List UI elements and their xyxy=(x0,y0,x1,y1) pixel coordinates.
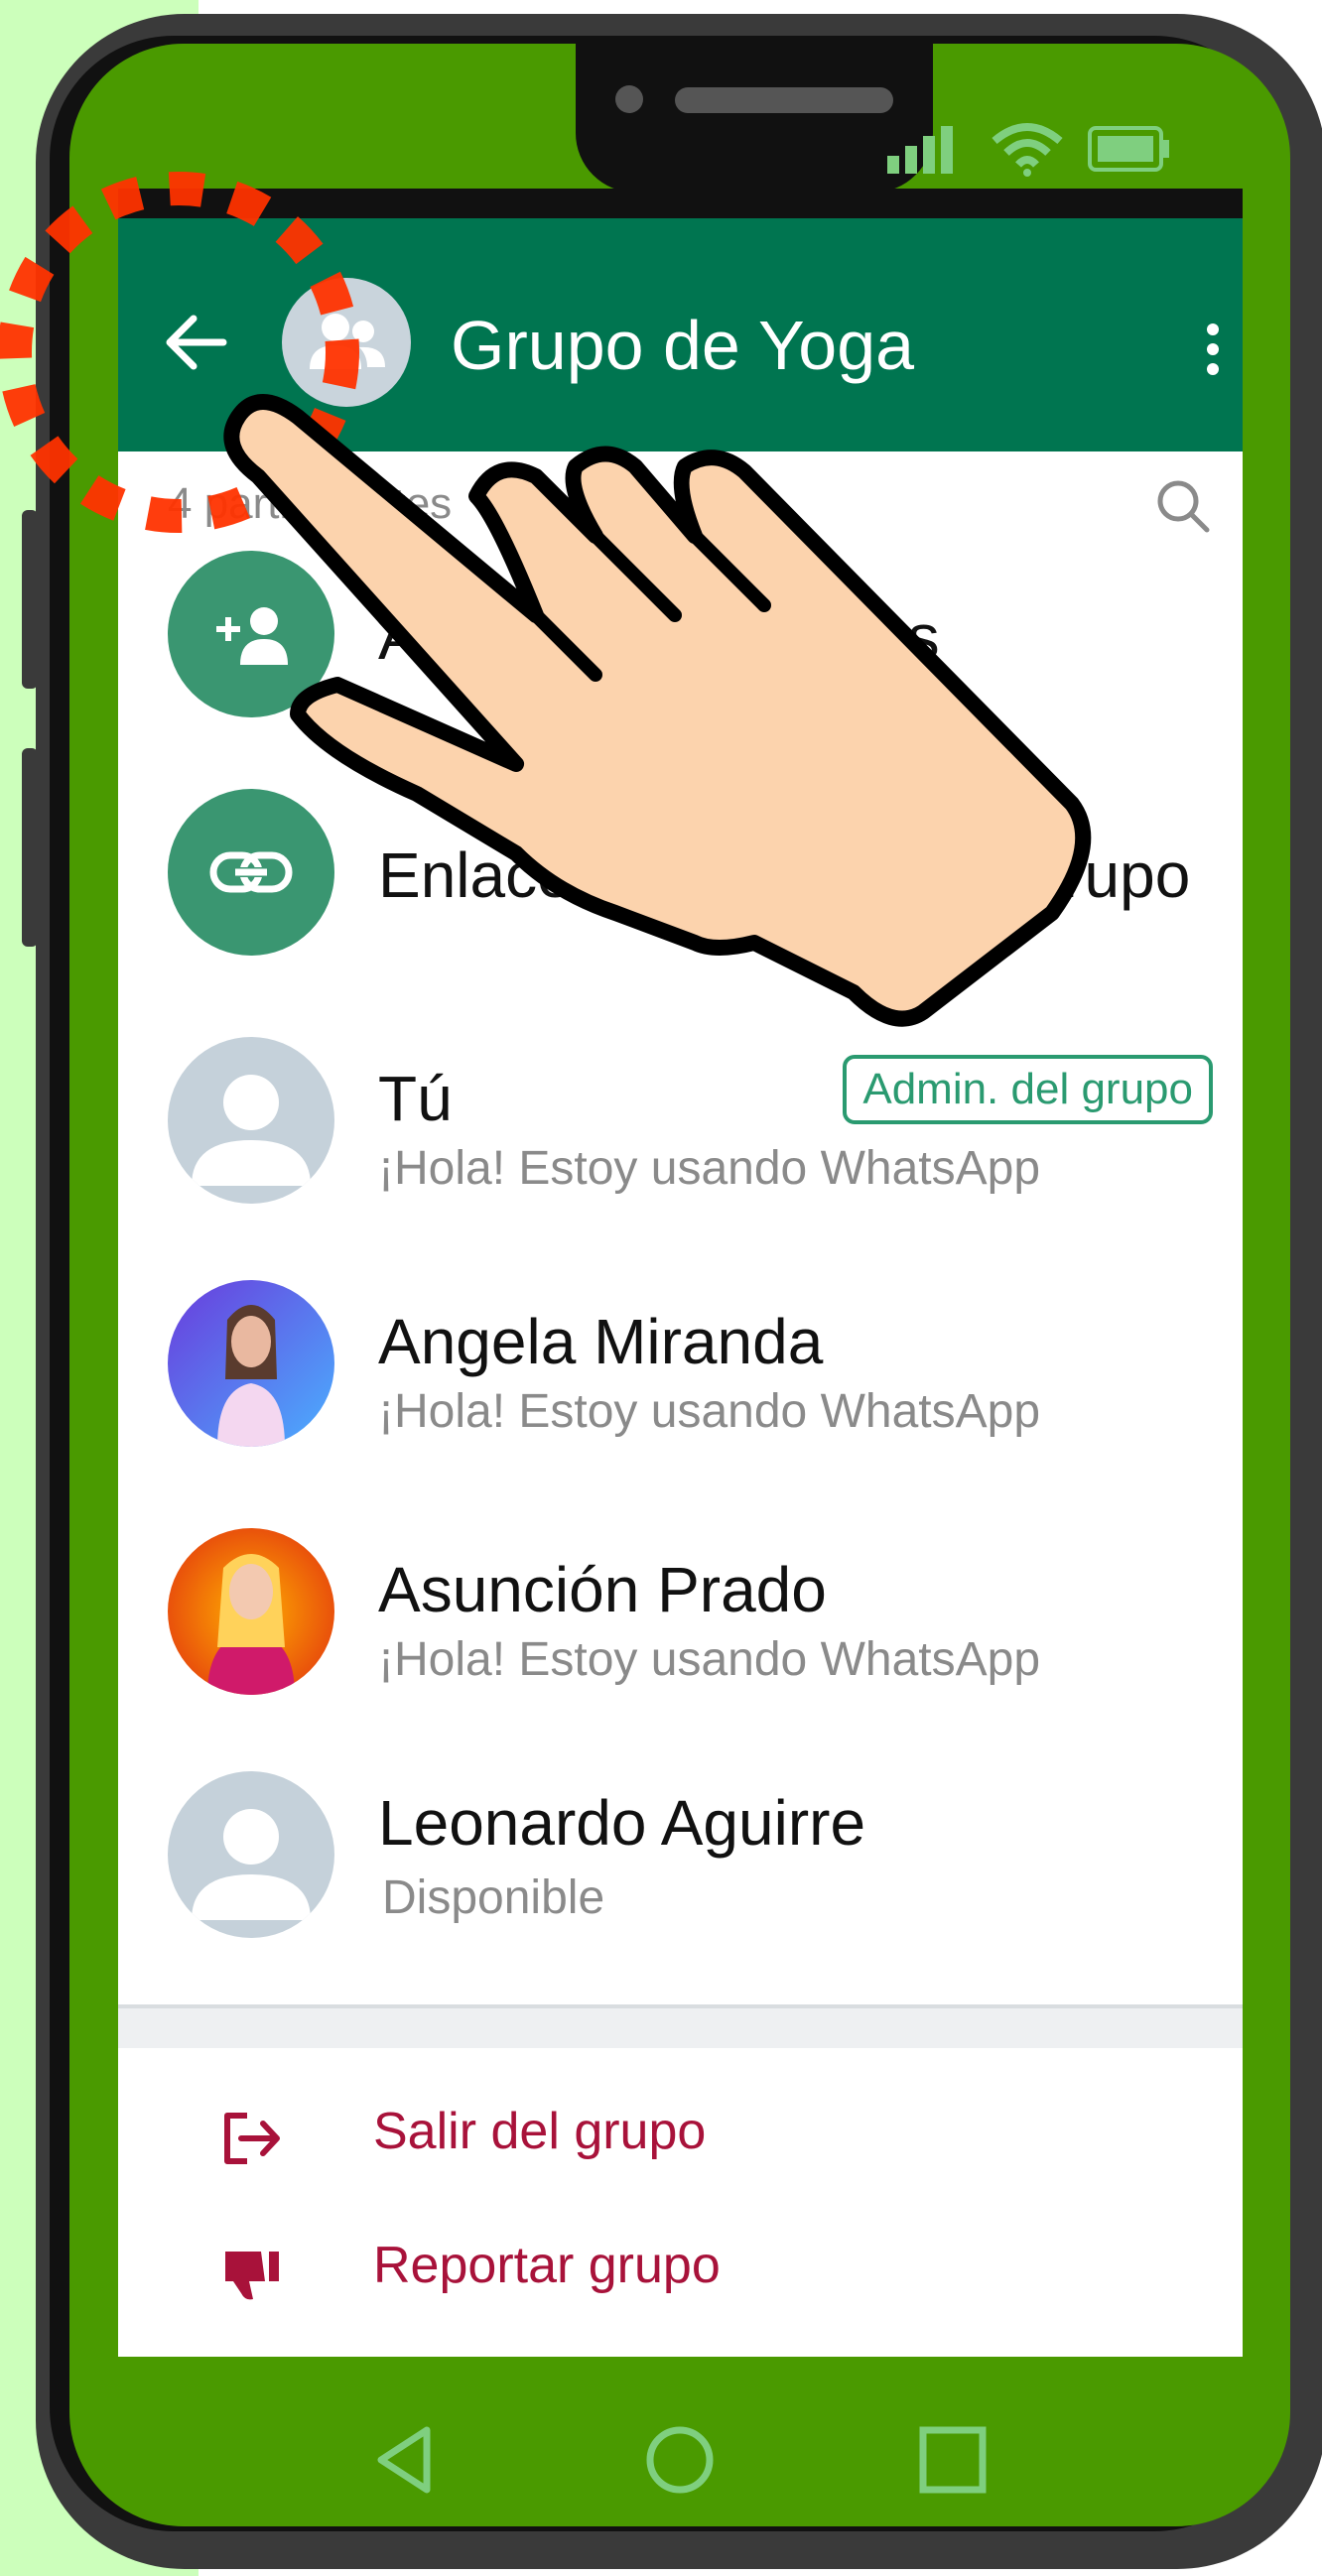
add-participants-row[interactable]: Añadir participantes xyxy=(118,551,1243,789)
profile-photo-icon xyxy=(217,1305,285,1447)
camera-icon xyxy=(615,85,643,113)
avatar xyxy=(168,1771,334,1938)
nav-home-icon[interactable] xyxy=(640,2420,720,2500)
avatar xyxy=(168,1037,334,1204)
notch xyxy=(576,44,933,193)
exit-icon xyxy=(224,2113,280,2164)
member-row[interactable]: Asunción Prado ¡Hola! Estoy usando Whats… xyxy=(118,1528,1243,1766)
speaker xyxy=(675,87,893,113)
invite-link-row[interactable]: Enlace de invitación al grupo xyxy=(118,789,1243,1027)
member-name: Angela Miranda xyxy=(378,1306,824,1377)
member-status: Disponible xyxy=(382,1871,605,1924)
admin-badge: Admin. del grupo xyxy=(843,1055,1213,1124)
add-participants-avatar xyxy=(168,551,334,717)
default-avatar-icon xyxy=(192,1075,311,1186)
screen: Grupo de Yoga 4 participantes Añadir par… xyxy=(118,189,1243,2357)
member-name: Asunción Prado xyxy=(378,1554,827,1625)
participant-count: 4 participantes xyxy=(168,479,453,528)
member-status: ¡Hola! Estoy usando WhatsApp xyxy=(378,1633,1041,1686)
member-row[interactable]: Tú ¡Hola! Estoy usando WhatsApp Admin. d… xyxy=(118,1037,1243,1275)
status-icons xyxy=(887,121,1171,177)
exit-group-button[interactable]: Salir del grupo xyxy=(118,2074,1243,2193)
add-participants-label: Añadir participantes xyxy=(378,601,940,673)
member-row[interactable]: Angela Miranda ¡Hola! Estoy usando Whats… xyxy=(118,1280,1243,1518)
avatar xyxy=(168,1528,334,1695)
nav-back-icon[interactable] xyxy=(367,2420,447,2500)
avatar xyxy=(168,1280,334,1447)
exit-group-label: Salir del grupo xyxy=(373,2103,707,2160)
member-status: ¡Hola! Estoy usando WhatsApp xyxy=(378,1385,1041,1438)
battery-icon xyxy=(1088,126,1169,172)
section-gap xyxy=(118,2008,1243,2048)
invite-link-label: Enlace de invitación al grupo xyxy=(378,839,1191,911)
group-avatar[interactable] xyxy=(282,278,411,407)
arrow-left-icon[interactable] xyxy=(158,303,237,382)
wifi-icon xyxy=(992,123,1063,177)
link-icon xyxy=(209,851,293,893)
status-bar xyxy=(118,189,1243,218)
group-title[interactable]: Grupo de Yoga xyxy=(451,306,914,385)
more-vert-icon[interactable] xyxy=(1203,318,1223,377)
member-row[interactable]: Leonardo Aguirre Disponible xyxy=(118,1771,1243,2009)
add-person-icon xyxy=(216,607,288,665)
search-icon[interactable] xyxy=(1153,476,1213,536)
nav-bar xyxy=(69,2400,1290,2526)
volume-button xyxy=(22,510,38,689)
member-name: Tú xyxy=(378,1063,453,1134)
group-icon xyxy=(310,314,385,369)
thumbs-down-icon xyxy=(225,2252,279,2300)
report-group-button[interactable]: Reportar grupo xyxy=(118,2208,1243,2327)
nav-recents-icon[interactable] xyxy=(913,2420,992,2500)
participants-bar: 4 participantes xyxy=(118,451,1243,551)
profile-photo-icon xyxy=(207,1554,295,1695)
power-button xyxy=(22,748,38,947)
signal-icon xyxy=(887,126,953,174)
member-status: ¡Hola! Estoy usando WhatsApp xyxy=(378,1142,1041,1195)
invite-link-avatar xyxy=(168,789,334,956)
report-group-label: Reportar grupo xyxy=(373,2237,721,2294)
default-avatar-icon xyxy=(192,1809,311,1920)
member-name: Leonardo Aguirre xyxy=(378,1787,866,1859)
chat-header: Grupo de Yoga xyxy=(118,218,1243,451)
